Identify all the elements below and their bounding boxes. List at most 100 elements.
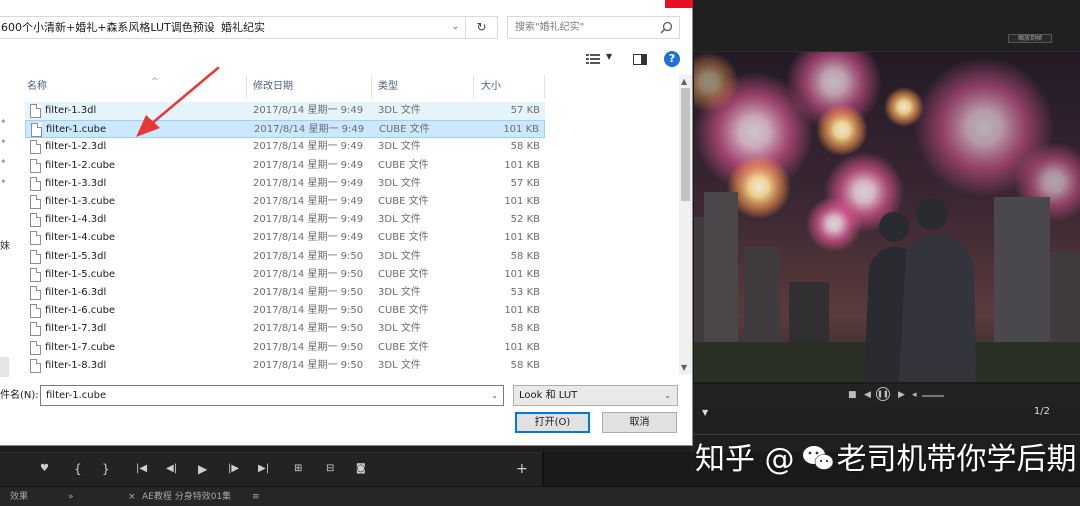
file-type: 3DL 文件 <box>378 323 421 335</box>
filename-input[interactable]: filter-1.cube ⌄ <box>40 385 504 406</box>
scroll-down-icon[interactable]: ▼ <box>681 363 687 372</box>
filetype-select[interactable]: Look 和 LUT ⌄ <box>513 385 678 406</box>
file-row[interactable]: filter-1-3.cube 2017/8/14 星期一 9:49 CUBE 文件… <box>25 193 545 211</box>
tab-menu-icon[interactable]: ≡ <box>252 492 260 503</box>
file-name: filter-1-4.3dl <box>45 214 107 226</box>
file-row[interactable]: filter-1-6.3dl 2017/8/14 星期一 9:50 3DL 文件 53… <box>25 284 545 302</box>
file-type: CUBE 文件 <box>378 268 429 280</box>
file-date: 2017/8/14 星期一 9:49 <box>253 105 364 116</box>
program-monitor: 缩放到帧 ■ ◀ ❚❚ ▶ ◂ ▼ 1/2 <box>690 0 1080 452</box>
timeline-ruler[interactable] <box>690 434 1080 435</box>
insert-icon[interactable]: ⊞ <box>294 461 302 477</box>
file-row[interactable]: filter-1-2.cube 2017/8/14 星期一 9:49 CUBE 文件… <box>25 157 545 175</box>
cancel-button[interactable]: 取消 <box>602 412 677 433</box>
open-button[interactable]: 打开(O) <box>515 412 590 433</box>
file-size: 58 KB <box>510 359 540 371</box>
file-icon <box>30 158 41 173</box>
file-name: filter-1-5.cube <box>45 268 116 280</box>
column-header-size[interactable]: 大小 <box>477 75 545 99</box>
file-row[interactable]: filter-1-4.cube 2017/8/14 星期一 9:49 CUBE 文件… <box>25 229 545 247</box>
step-back-icon[interactable]: ◀| <box>166 461 177 477</box>
column-header-name[interactable]: 名称 ^ <box>23 75 247 99</box>
source-monitor-toolbar: ♥ { } |◀ ◀| ▶ |▶ ▶| ⊞ ⊟ ◙ + <box>0 452 542 486</box>
column-type-label: 类型 <box>378 81 398 92</box>
chevron-down-icon[interactable]: ⌄ <box>451 20 459 35</box>
search-box[interactable] <box>507 16 680 39</box>
step-forward-icon[interactable]: ▶ <box>898 388 905 402</box>
file-type: CUBE 文件 <box>378 232 429 244</box>
step-back-icon[interactable]: ◀ <box>864 388 871 402</box>
watermark: 知乎 @ 老司机带你学后期 <box>695 442 1077 482</box>
file-icon <box>30 358 41 373</box>
file-row[interactable]: filter-1-8.3dl 2017/8/14 星期一 9:50 3DL 文件 58… <box>25 357 545 375</box>
file-row[interactable]: filter-1-5.cube 2017/8/14 星期一 9:50 CUBE 文件… <box>25 266 545 284</box>
file-row[interactable]: filter-1-7.cube 2017/8/14 星期一 9:50 CUBE 文件… <box>25 339 545 357</box>
chevron-down-icon[interactable]: ⌄ <box>491 389 498 403</box>
preview-pane-icon[interactable] <box>633 54 647 65</box>
panel-expand-icon[interactable]: » <box>68 492 74 503</box>
file-name: filter-1-5.3dl <box>45 250 107 262</box>
file-size: 57 KB <box>510 177 540 189</box>
file-type: CUBE 文件 <box>378 196 429 207</box>
file-row[interactable]: filter-1-2.3dl 2017/8/14 星期一 9:49 3DL 文件 58… <box>25 138 545 156</box>
breadcrumb-chevron-icon[interactable]: › <box>208 20 212 35</box>
go-to-out-icon[interactable]: ▶| <box>258 461 269 477</box>
zoom-dropdown[interactable]: 缩放到帧 <box>1008 34 1052 43</box>
column-header-type[interactable]: 类型 <box>374 75 474 99</box>
file-row[interactable]: filter-1.cube 2017/8/14 星期一 9:49 CUBE 文件 10… <box>25 120 545 139</box>
scroll-thumb[interactable] <box>681 88 690 201</box>
view-dropdown-icon[interactable]: ▼ <box>606 52 612 61</box>
chevron-down-icon[interactable]: ⌄ <box>664 389 671 403</box>
out-point-icon[interactable]: } <box>102 461 110 477</box>
file-name: filter-1-4.cube <box>45 232 116 244</box>
tab-effects[interactable]: 效果 <box>10 492 28 503</box>
file-icon <box>30 340 41 355</box>
breadcrumb-parent[interactable]: 600个小清新+婚礼+森系风格LUT调色预设 <box>1 20 215 35</box>
file-row[interactable]: filter-1.3dl 2017/8/14 星期一 9:49 3DL 文件 57 K… <box>25 102 545 120</box>
play-icon[interactable]: ▶ <box>198 461 207 477</box>
file-row[interactable]: filter-1-4.3dl 2017/8/14 星期一 9:49 3DL 文件 52… <box>25 211 545 229</box>
wechat-icon <box>802 446 833 470</box>
help-icon[interactable]: ? <box>664 51 680 67</box>
column-header-date[interactable]: 修改日期 <box>249 75 372 99</box>
resolution-dropdown-icon[interactable]: ▼ <box>702 408 708 417</box>
scroll-up-icon[interactable]: ▲ <box>681 77 687 86</box>
column-headers: 名称 ^ 修改日期 类型 大小 <box>0 75 680 99</box>
in-point-icon[interactable]: { <box>74 461 82 477</box>
search-icon[interactable] <box>660 21 673 34</box>
tab-sequence[interactable]: AE教程 分身特效01集 <box>142 492 231 503</box>
close-button[interactable] <box>665 0 693 8</box>
file-row[interactable]: filter-1-7.3dl 2017/8/14 星期一 9:50 3DL 文件 58… <box>25 320 545 338</box>
add-icon[interactable]: + <box>516 461 528 477</box>
video-frame <box>694 52 1080 382</box>
file-name: filter-1-2.3dl <box>45 141 107 153</box>
close-tab-icon[interactable]: × <box>128 492 136 503</box>
pause-icon[interactable]: ❚❚ <box>876 387 890 401</box>
file-icon <box>30 176 41 191</box>
file-icon <box>30 322 41 337</box>
file-type: 3DL 文件 <box>378 359 421 371</box>
refresh-button[interactable]: ↻ <box>466 16 498 39</box>
view-list-icon[interactable] <box>586 54 600 64</box>
address-bar[interactable]: 600个小清新+婚礼+森系风格LUT调色预设 › 婚礼纪实 ⌄ <box>0 16 466 39</box>
file-date: 2017/8/14 星期一 9:50 <box>253 341 364 353</box>
volume-slider[interactable] <box>922 395 944 397</box>
file-type: 3DL 文件 <box>378 214 421 226</box>
file-name: filter-1-8.3dl <box>45 359 107 371</box>
file-type: 3DL 文件 <box>378 105 421 116</box>
overwrite-icon[interactable]: ⊟ <box>326 461 334 477</box>
stop-icon[interactable]: ■ <box>848 388 857 402</box>
breadcrumb-current[interactable]: 婚礼纪实 <box>221 20 265 35</box>
go-to-in-icon[interactable]: |◀ <box>136 461 147 477</box>
vertical-scrollbar[interactable]: ▲ ▼ <box>679 75 692 375</box>
file-row[interactable]: filter-1-5.3dl 2017/8/14 星期一 9:50 3DL 文件 58… <box>25 248 545 266</box>
file-row[interactable]: filter-1-6.cube 2017/8/14 星期一 9:50 CUBE 文件… <box>25 302 545 320</box>
search-input[interactable] <box>508 17 658 38</box>
marker-icon[interactable]: ♥ <box>40 461 49 477</box>
file-row[interactable]: filter-1-3.3dl 2017/8/14 星期一 9:49 3DL 文件 57… <box>25 175 545 193</box>
export-frame-icon[interactable]: ◙ <box>356 461 366 477</box>
file-date: 2017/8/14 星期一 9:49 <box>254 124 365 136</box>
step-forward-icon[interactable]: |▶ <box>228 461 239 477</box>
volume-icon[interactable]: ◂ <box>912 388 917 402</box>
file-date: 2017/8/14 星期一 9:49 <box>253 141 364 153</box>
